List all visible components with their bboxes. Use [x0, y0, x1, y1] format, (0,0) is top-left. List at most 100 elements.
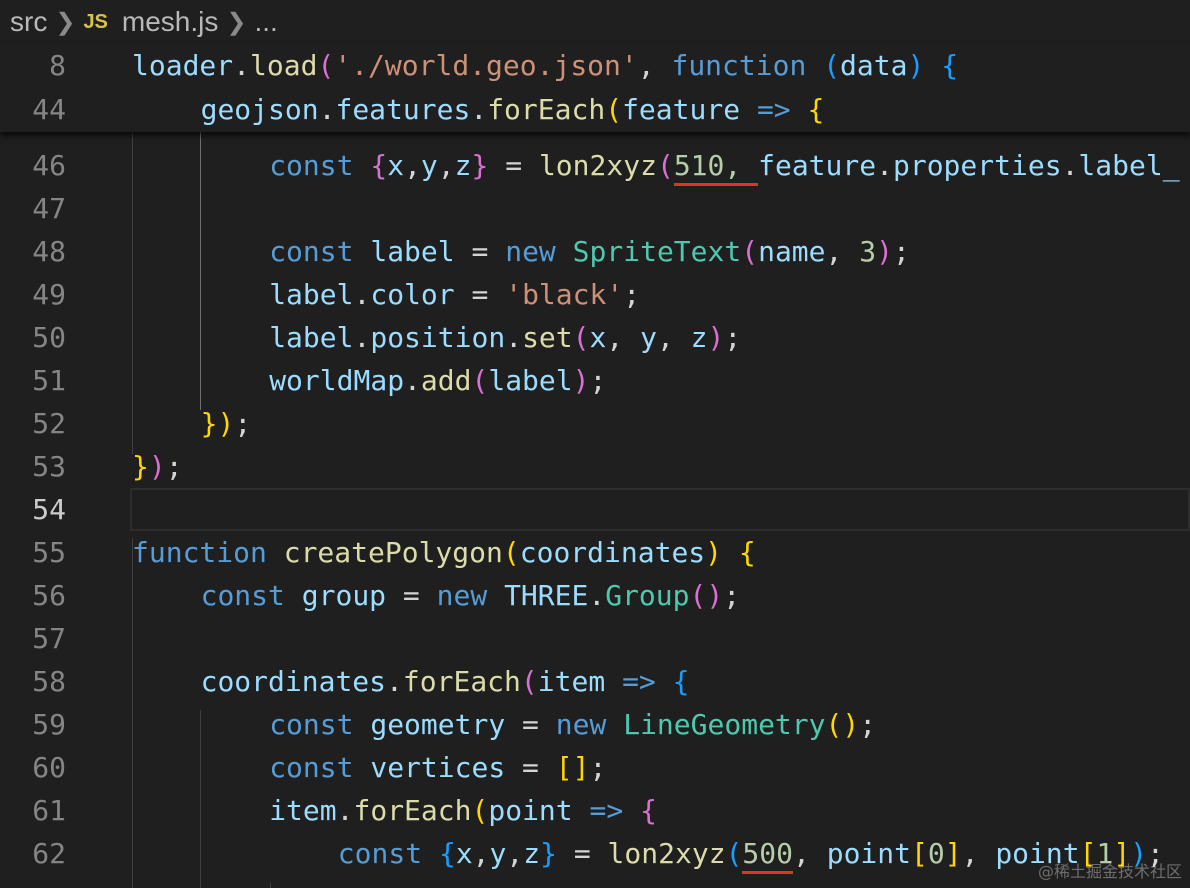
code-line[interactable]: 44 geojson.features.forEach(feature => {: [0, 88, 1190, 131]
code-text: geojson.features.forEach(feature => {: [201, 88, 825, 131]
code-token: properties: [892, 149, 1062, 182]
code-token: label: [370, 235, 455, 268]
breadcrumb-folder[interactable]: src: [10, 6, 47, 38]
code-token: set: [522, 321, 573, 354]
code-line[interactable]: 62 const {x,y,z} = lon2xyz(500, point[0],…: [0, 832, 1190, 875]
code-token: ;: [892, 235, 910, 268]
code-token: .: [588, 579, 606, 612]
code-text: worldMap.add(label);: [269, 359, 606, 402]
code-token: createPolygon: [283, 536, 503, 569]
code-line[interactable]: 60 const vertices = [];: [0, 746, 1190, 789]
code-token: {: [640, 794, 657, 827]
code-line[interactable]: 52});: [0, 402, 1190, 445]
code-token: (: [572, 321, 590, 354]
code-token: ,: [825, 235, 860, 268]
line-number: 53: [32, 450, 66, 483]
breadcrumb-file[interactable]: mesh.js: [122, 6, 218, 38]
code-token: ): [876, 235, 893, 268]
code-token: ): [572, 364, 590, 397]
code-token: .: [336, 794, 354, 827]
code-token: =>: [756, 93, 791, 126]
code-line[interactable]: 51 worldMap.add(label);: [0, 359, 1190, 402]
code-text: const vertices = [];: [269, 746, 606, 789]
code-token: y: [420, 149, 438, 182]
chevron-right-icon: ❯: [226, 8, 247, 36]
code-token: function: [671, 49, 807, 82]
highlighted-number-token: 510,: [673, 149, 759, 186]
code-token: =>: [622, 665, 656, 698]
code-token: ,: [506, 837, 524, 870]
code-line[interactable]: 46 const {x,y,z} = lon2xyz(510, feature.p…: [0, 144, 1190, 187]
code-token: loader: [132, 49, 234, 82]
code-line[interactable]: 8 loader.load('./world.geo.json', functio…: [0, 44, 1190, 87]
code-line[interactable]: 54: [0, 488, 1190, 531]
indent-guide: [270, 883, 271, 888]
code-token: .: [353, 321, 371, 354]
code-token: (: [656, 149, 674, 182]
code-token: x: [455, 837, 473, 870]
chevron-right-icon: ❯: [55, 8, 76, 36]
sticky-scroll-header[interactable]: 8 loader.load('./world.geo.json', functio…: [0, 44, 1190, 132]
code-line[interactable]: 57: [0, 617, 1190, 660]
code-line[interactable]: 61 item.forEach(point => {: [0, 789, 1190, 832]
code-token: ,: [793, 837, 827, 870]
code-token: features: [335, 93, 471, 126]
line-number: 57: [32, 622, 66, 655]
code-token: z: [690, 321, 708, 354]
code-token: =: [386, 579, 437, 612]
code-token: =: [488, 149, 539, 182]
code-line[interactable]: 59 const geometry = new LineGeometry();: [0, 703, 1190, 746]
code-text: function createPolygon(coordinates) {: [132, 531, 756, 574]
code-token: (: [725, 837, 743, 870]
javascript-file-icon: JS: [83, 10, 108, 33]
code-line[interactable]: 47: [0, 187, 1190, 230]
code-token: ,: [637, 49, 672, 82]
code-token: color: [370, 278, 455, 311]
code-token: {: [738, 536, 756, 569]
code-token: z: [523, 837, 541, 870]
code-token: worldMap: [269, 364, 405, 397]
code-token: ): [148, 450, 166, 483]
code-line[interactable]: 56 const group = new THREE.Group();: [0, 574, 1190, 617]
breadcrumb-symbol[interactable]: ...: [254, 6, 277, 38]
line-number: 58: [32, 665, 66, 698]
code-token: const: [269, 751, 354, 784]
code-token: SpriteText: [572, 235, 742, 268]
code-line[interactable]: 49 label.color = 'black';: [0, 273, 1190, 316]
code-token: 3: [859, 235, 877, 268]
code-line[interactable]: 53});: [0, 445, 1190, 488]
code-token: ]: [944, 837, 962, 870]
code-token: name: [758, 235, 826, 268]
code-line[interactable]: 55 function createPolygon(coordinates) {: [0, 531, 1190, 574]
code-token: load: [250, 49, 318, 82]
code-line[interactable]: 50 label.position.set(x, y, z);: [0, 316, 1190, 359]
code-token: forEach: [402, 665, 521, 698]
line-number: 59: [32, 708, 66, 741]
code-token: .: [470, 93, 488, 126]
line-number: 48: [32, 235, 66, 268]
code-token: ): [217, 407, 235, 440]
code-token: 'black': [505, 278, 624, 311]
code-line[interactable]: 48 const label = new SpriteText(name, 3);: [0, 230, 1190, 273]
code-token: =: [556, 837, 608, 870]
code-token: [: [555, 751, 573, 784]
code-token: forEach: [353, 794, 472, 827]
code-line[interactable]: 58 coordinates.forEach(item => {: [0, 660, 1190, 703]
code-token: point: [826, 837, 912, 870]
code-text: const geometry = new LineGeometry();: [269, 703, 876, 746]
line-number: 56: [32, 579, 66, 612]
line-number: 49: [32, 278, 66, 311]
code-token: .: [1061, 149, 1079, 182]
code-text: label.position.set(x, y, z);: [269, 316, 741, 359]
line-number: 8: [49, 49, 66, 82]
code-editor[interactable]: 46 const {x,y,z} = lon2xyz(510, feature.p…: [0, 132, 1190, 888]
